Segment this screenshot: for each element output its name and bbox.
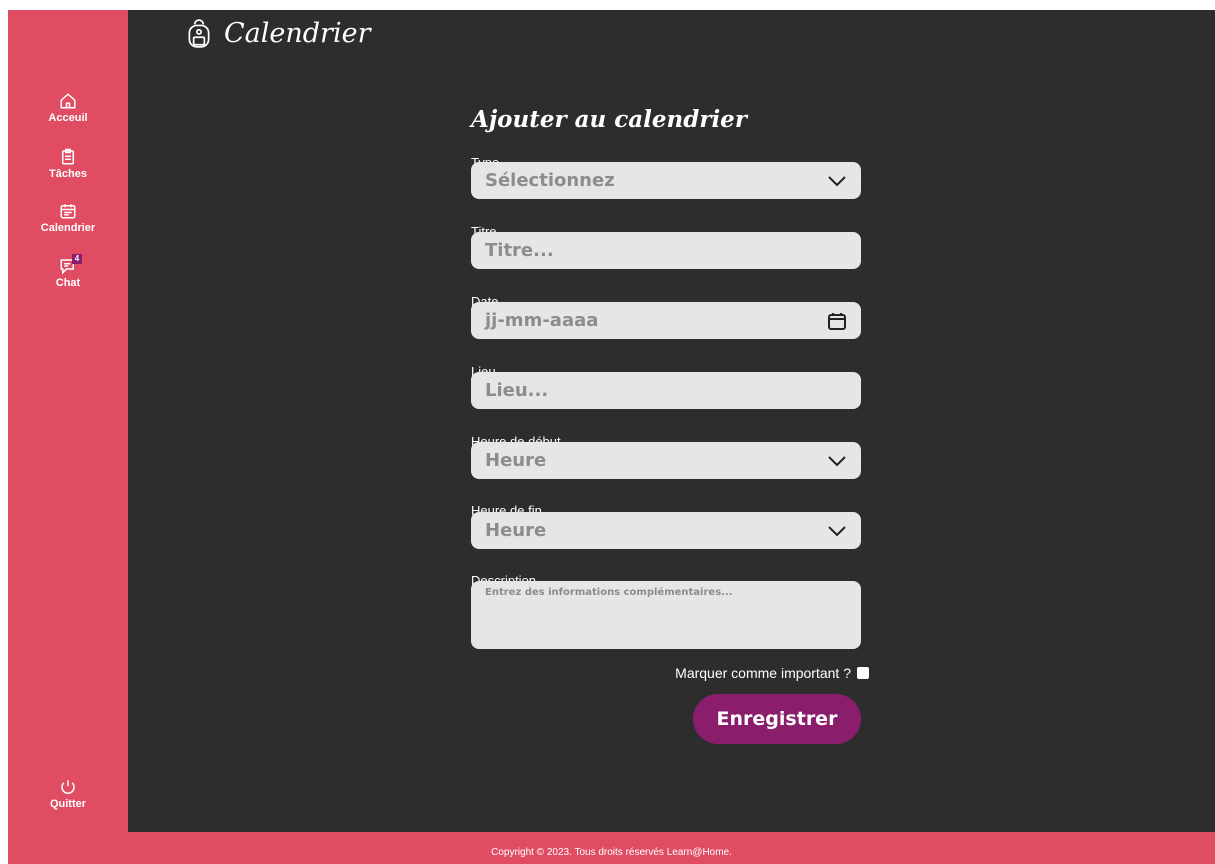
- power-icon: [61, 780, 75, 794]
- sidebar-item-label: Acceuil: [48, 112, 88, 124]
- footer: Copyright © 2023. Tous droits réservés L…: [8, 834, 1215, 864]
- chevron-down-icon: [828, 175, 846, 186]
- home-icon: [60, 93, 76, 109]
- heure-fin-value: Heure: [485, 520, 547, 541]
- footer-text: Copyright © 2023. Tous droits réservés L…: [491, 847, 732, 858]
- important-label: Marquer comme important ?: [675, 665, 851, 681]
- heure-debut-value: Heure: [485, 450, 547, 471]
- quit-label: Quitter: [49, 798, 87, 810]
- chevron-down-icon: [828, 525, 846, 536]
- sidebar-item-taches[interactable]: Tâches: [8, 148, 128, 180]
- description-textarea[interactable]: Entrez des informations complémentaires.…: [471, 581, 861, 649]
- important-row: Marquer comme important ?: [675, 665, 869, 681]
- backpack-icon: [188, 18, 210, 48]
- type-select-value: Sélectionnez: [485, 170, 615, 191]
- chevron-down-icon: [828, 455, 846, 466]
- titre-input[interactable]: Titre...: [471, 232, 861, 269]
- clipboard-icon: [62, 148, 74, 165]
- date-input[interactable]: jj-mm-aaaa: [471, 302, 861, 339]
- form-title: Ajouter au calendrier: [471, 106, 747, 133]
- calendar-icon: [60, 204, 76, 219]
- page-title-text: Calendrier: [224, 18, 371, 49]
- quit-button[interactable]: Quitter: [8, 778, 128, 810]
- important-checkbox[interactable]: [857, 667, 869, 679]
- save-button[interactable]: Enregistrer: [693, 694, 861, 744]
- lieu-input[interactable]: Lieu...: [471, 372, 861, 409]
- calendar-picker-icon[interactable]: [827, 311, 847, 331]
- sidebar-item-label: Chat: [55, 277, 81, 289]
- sidebar-item-chat[interactable]: 4 Chat: [8, 254, 128, 289]
- titre-placeholder: Titre...: [485, 240, 554, 261]
- heure-fin-select[interactable]: Heure: [471, 512, 861, 549]
- date-placeholder: jj-mm-aaaa: [485, 310, 599, 331]
- sidebar-item-calendrier[interactable]: Calendrier: [8, 202, 128, 234]
- description-placeholder: Entrez des informations complémentaires.…: [485, 587, 733, 598]
- heure-debut-select[interactable]: Heure: [471, 442, 861, 479]
- app-window: Acceuil Tâches Calendrier 4 Chat Quitter: [8, 10, 1215, 834]
- chat-badge: 4: [72, 254, 82, 264]
- sidebar: Acceuil Tâches Calendrier 4 Chat Quitter: [8, 10, 128, 834]
- lieu-placeholder: Lieu...: [485, 380, 549, 401]
- type-select[interactable]: Sélectionnez: [471, 162, 861, 199]
- sidebar-item-label: Calendrier: [40, 222, 96, 234]
- page-title: Calendrier: [186, 18, 370, 49]
- sidebar-item-acceuil[interactable]: Acceuil: [8, 92, 128, 124]
- sidebar-item-label: Tâches: [49, 168, 87, 180]
